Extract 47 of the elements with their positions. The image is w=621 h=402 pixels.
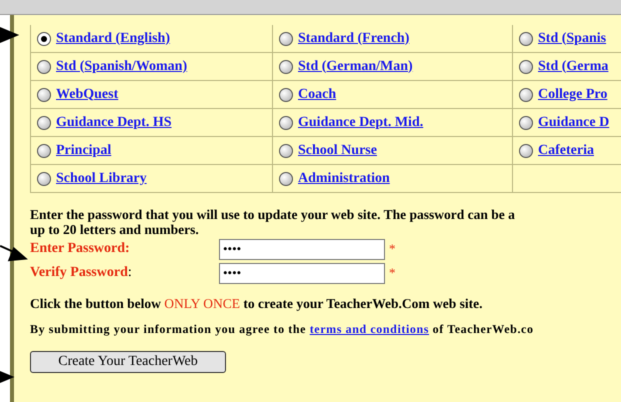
option-link[interactable]: School Library	[56, 170, 147, 186]
create-button[interactable]: Create Your TeacherWeb	[30, 351, 226, 373]
radio-button[interactable]	[279, 116, 293, 130]
radio-button[interactable]	[519, 144, 533, 158]
instruction-text: Click the button below ONLY ONCE to create your TeacherWeb.Com web site.	[30, 296, 484, 311]
terms-link[interactable]: terms and conditions	[310, 322, 430, 336]
radio-button[interactable]	[279, 172, 293, 186]
option-link[interactable]: College Pro	[538, 86, 608, 102]
field-label: Enter Password:	[30, 241, 130, 256]
radio-button[interactable]	[37, 88, 51, 102]
option-link[interactable]: Cafeteria	[538, 142, 594, 158]
radio-button[interactable]	[279, 144, 293, 158]
password-field[interactable]: ••••	[219, 238, 385, 260]
radio-button[interactable]	[37, 116, 51, 130]
radio-button[interactable]	[519, 88, 533, 102]
radio-button[interactable]	[519, 32, 533, 46]
radio-button[interactable]	[37, 144, 51, 158]
option-link[interactable]: Std (Spanis	[538, 30, 606, 46]
option-link[interactable]: School Nurse	[298, 142, 377, 158]
radio-button[interactable]	[519, 60, 533, 74]
required-mark: *	[389, 265, 396, 281]
option-link[interactable]: Administration	[298, 170, 390, 186]
radio-button[interactable]	[519, 116, 533, 130]
radio-button[interactable]	[279, 88, 293, 102]
field-label: Verify Password	[30, 265, 128, 280]
option-link[interactable]: Standard (French)	[298, 30, 410, 46]
colon-text: :	[128, 265, 132, 280]
instruction-text: up to 20 letters and numbers.	[30, 222, 200, 237]
radio-button[interactable]	[37, 60, 51, 74]
option-link[interactable]: Coach	[298, 86, 336, 102]
required-mark: *	[389, 241, 396, 257]
option-link[interactable]: Guidance Dept. HS	[56, 114, 172, 130]
option-link[interactable]: Std (German/Man)	[298, 58, 413, 74]
password-field[interactable]: ••••	[219, 262, 385, 284]
option-link[interactable]: WebQuest	[56, 86, 118, 102]
radio-button[interactable]	[279, 60, 293, 74]
radio-button[interactable]	[37, 32, 51, 46]
option-link[interactable]: Guidance Dept. Mid.	[298, 114, 424, 130]
radio-button[interactable]	[279, 32, 293, 46]
instruction-text: Enter the password that you will use to update your web site. The password can be a	[30, 207, 516, 222]
option-link[interactable]: Std (Germa	[538, 58, 608, 74]
option-link[interactable]: Principal	[56, 142, 112, 158]
option-link[interactable]: Guidance D	[538, 114, 610, 130]
option-link[interactable]: Std (Spanish/Woman)	[56, 58, 188, 74]
radio-button[interactable]	[37, 172, 51, 186]
terms-text: By submitting your information you agree to the terms and conditions of TeacherWeb.co	[30, 322, 535, 337]
option-link[interactable]: Standard (English)	[56, 30, 170, 46]
